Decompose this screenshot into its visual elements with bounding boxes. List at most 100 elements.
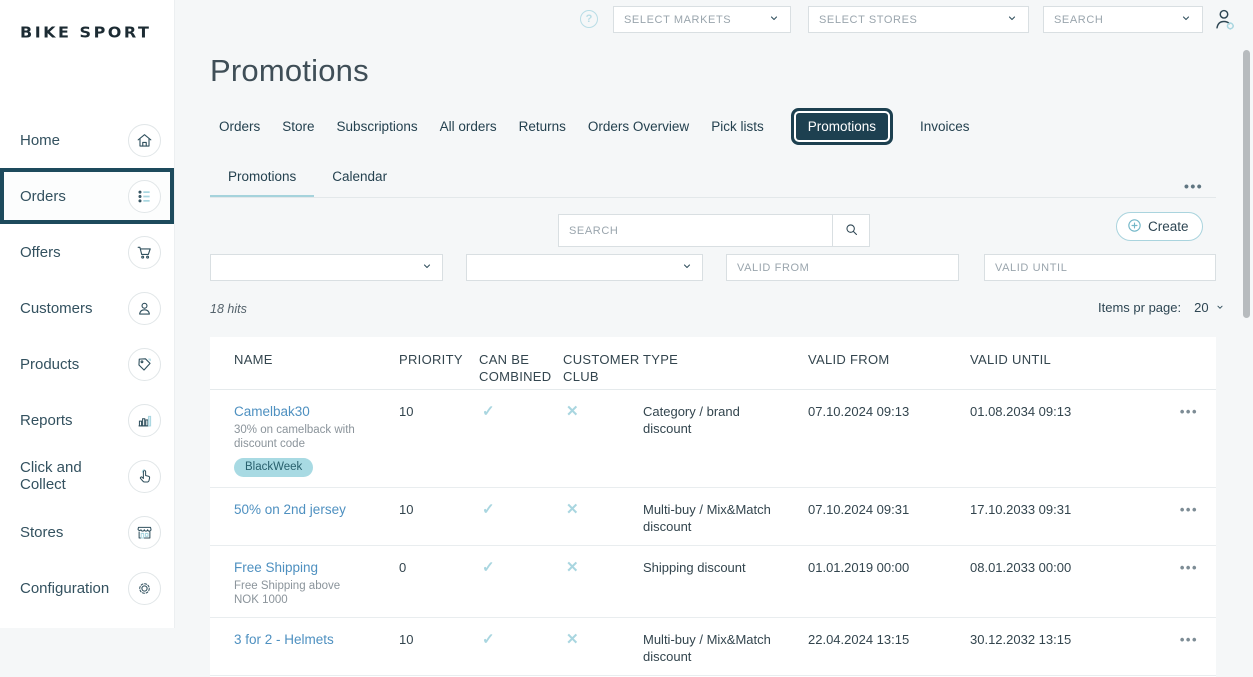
column-header-valid-until: VALID UNTIL (970, 351, 1131, 368)
storefront-icon (128, 516, 161, 549)
sidebar-item-stores[interactable]: Stores (0, 504, 174, 560)
items-per-page-label: Items pr page: (1098, 300, 1181, 315)
cell-valid-until: 30.12.2032 13:15 (970, 631, 1131, 648)
items-per-page-select[interactable]: 20 (1194, 300, 1224, 315)
row-actions-menu[interactable]: ••• (1180, 560, 1198, 575)
cell-name: Camelbak30 30% on camelback with discoun… (234, 403, 399, 477)
select-markets-dropdown[interactable]: SELECT MARKETS (613, 6, 791, 33)
create-button-label: Create (1148, 219, 1189, 234)
tab-pick-lists[interactable]: Pick lists (711, 119, 764, 134)
plus-circle-icon (1126, 217, 1143, 237)
page-title: Promotions (210, 53, 369, 89)
scrollbar-thumb[interactable] (1243, 50, 1250, 318)
cell-can-be-combined: ✓ (479, 501, 563, 518)
promotions-search (558, 214, 870, 247)
help-icon[interactable]: ? (580, 10, 598, 28)
cell-valid-from: 07.10.2024 09:13 (808, 403, 970, 420)
chevron-down-icon (421, 259, 433, 277)
sidebar-item-offers[interactable]: Offers (0, 224, 174, 280)
sidebar-item-label: Reports (20, 412, 73, 429)
sidebar-item-orders[interactable]: Orders (0, 168, 174, 224)
sidebar-item-label: Configuration (20, 580, 109, 597)
tab-returns[interactable]: Returns (519, 119, 566, 134)
customer-icon (128, 292, 161, 325)
table-row: 50% on 2nd jersey 10 ✓ ✕ Multi-buy / Mix… (210, 488, 1216, 546)
tab-subscriptions[interactable]: Subscriptions (337, 119, 418, 134)
row-actions-menu[interactable]: ••• (1180, 632, 1198, 647)
sidebar-item-customers[interactable]: Customers (0, 280, 174, 336)
tab-all-orders[interactable]: All orders (440, 119, 497, 134)
click-hand-icon (128, 460, 161, 493)
sidebar-item-label: Products (20, 356, 79, 373)
sidebar-item-home[interactable]: Home (0, 112, 174, 168)
sidebar-item-label: Offers (20, 244, 61, 261)
sidebar-item-click-and-collect[interactable]: Click and Collect (0, 448, 174, 504)
search-button[interactable] (832, 214, 870, 247)
table-body: Camelbak30 30% on camelback with discoun… (210, 390, 1216, 676)
cell-priority: 10 (399, 631, 479, 648)
overflow-menu-icon[interactable]: ••• (1184, 178, 1203, 194)
order-list-icon (128, 180, 161, 213)
tab-orders-overview[interactable]: Orders Overview (588, 119, 689, 134)
cell-type: Multi-buy / Mix&Match discount (643, 501, 808, 535)
tab-invoices[interactable]: Invoices (920, 119, 970, 134)
sidebar-item-configuration[interactable]: Configuration (0, 560, 174, 616)
table-header-row: NAMEPRIORITYCAN BE COMBINEDCUSTOMER CLUB… (210, 337, 1216, 390)
promotion-name-link[interactable]: Camelbak30 (234, 403, 310, 420)
hits-count: 18 hits (210, 302, 247, 316)
items-per-page-value: 20 (1194, 300, 1208, 315)
promotion-name-link[interactable]: 3 for 2 - Helmets (234, 631, 334, 648)
chevron-down-icon (768, 11, 780, 29)
tab-orders[interactable]: Orders (219, 119, 260, 134)
valid-until-input[interactable] (984, 254, 1216, 281)
promotion-name-link[interactable]: 50% on 2nd jersey (234, 501, 346, 518)
table-row: Free Shipping Free Shipping above NOK 10… (210, 546, 1216, 618)
sidebar: BIKE SPORT Home Orders Offers Customers … (0, 0, 175, 628)
promotion-subtitle: 30% on camelback with discount code (234, 423, 356, 451)
sidebar-item-label: Stores (20, 524, 63, 541)
sub-tab-bar: PromotionsCalendar (210, 158, 405, 198)
cell-valid-from: 22.04.2024 13:15 (808, 631, 970, 648)
select-stores-placeholder: SELECT STORES (819, 14, 917, 26)
cell-type: Multi-buy / Mix&Match discount (643, 631, 808, 665)
main-tab-bar: Orders Store Subscriptions All orders Return… (219, 110, 970, 142)
sidebar-item-label: Home (20, 132, 60, 149)
cell-priority: 10 (399, 501, 479, 518)
cell-customer-club: ✕ (563, 403, 643, 420)
check-icon: ✓ (479, 559, 495, 576)
subtab-promotions[interactable]: Promotions (210, 158, 314, 198)
row-actions-menu[interactable]: ••• (1180, 404, 1198, 419)
global-search-dropdown[interactable]: SEARCH (1043, 6, 1203, 33)
sidebar-item-reports[interactable]: Reports (0, 392, 174, 448)
cross-icon: ✕ (563, 631, 579, 648)
row-actions-menu[interactable]: ••• (1180, 502, 1198, 517)
tag-icon (128, 348, 161, 381)
home-icon (128, 124, 161, 157)
user-settings-icon[interactable] (1212, 6, 1237, 33)
table-row: 3 for 2 - Helmets 10 ✓ ✕ Multi-buy / Mix… (210, 618, 1216, 676)
cross-icon: ✕ (563, 501, 579, 518)
column-header-valid-from: VALID FROM (808, 351, 970, 368)
filter-dropdown-2[interactable] (466, 254, 703, 281)
tab-promotions[interactable]: Promotions (796, 113, 888, 140)
create-button[interactable]: Create (1116, 212, 1203, 241)
brand-logo: BIKE SPORT (20, 23, 151, 41)
promotion-subtitle: Free Shipping above NOK 1000 (234, 579, 356, 607)
table-row: Camelbak30 30% on camelback with discoun… (210, 390, 1216, 488)
filter-dropdown-1[interactable] (210, 254, 443, 281)
cell-valid-from: 07.10.2024 09:31 (808, 501, 970, 518)
valid-from-input[interactable] (726, 254, 959, 281)
global-search-placeholder: SEARCH (1054, 14, 1103, 26)
select-stores-dropdown[interactable]: SELECT STORES (808, 6, 1029, 33)
cell-priority: 0 (399, 559, 479, 576)
select-markets-placeholder: SELECT MARKETS (624, 14, 731, 26)
cell-customer-club: ✕ (563, 501, 643, 518)
subtab-calendar[interactable]: Calendar (314, 158, 405, 198)
search-input[interactable] (558, 214, 833, 247)
gear-icon (128, 572, 161, 605)
tab-store[interactable]: Store (282, 119, 314, 134)
column-header-priority: PRIORITY (399, 351, 479, 368)
sidebar-item-products[interactable]: Products (0, 336, 174, 392)
cart-icon (128, 236, 161, 269)
promotion-name-link[interactable]: Free Shipping (234, 559, 318, 576)
